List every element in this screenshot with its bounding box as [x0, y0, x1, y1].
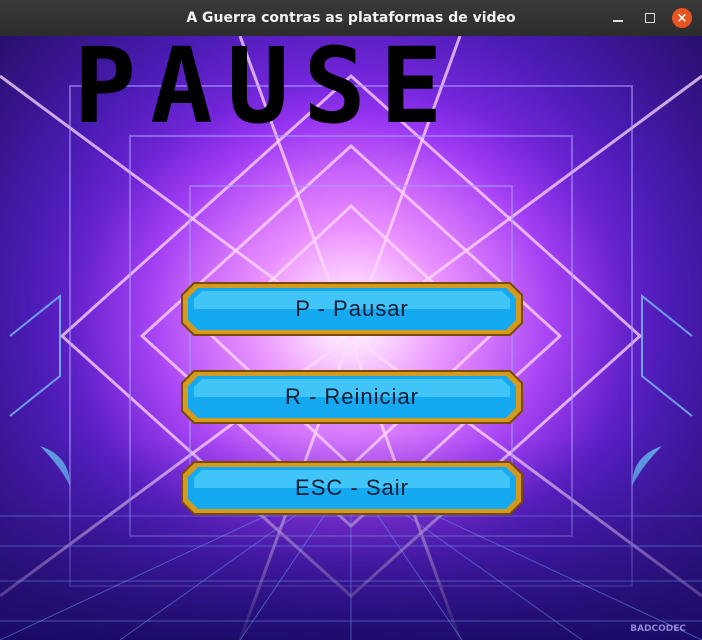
watermark: BADCODEC — [630, 624, 686, 634]
window-title: A Guerra contras as plataformas de video — [186, 10, 516, 26]
game-window: A Guerra contras as plataformas de video… — [0, 0, 702, 640]
exit-button-label: ESC - Sair — [295, 475, 409, 500]
title-bar: A Guerra contras as plataformas de video… — [0, 0, 702, 36]
game-canvas: PAUSE P - Pausar R - Reiniciar ESC - Sai… — [0, 36, 702, 640]
restart-button-label: R - Reiniciar — [284, 384, 420, 409]
maximize-icon[interactable] — [638, 6, 662, 30]
close-icon[interactable]: × — [672, 8, 692, 28]
pause-heading: PAUSE — [73, 36, 456, 132]
restart-button[interactable]: R - Reiniciar — [180, 369, 524, 425]
pause-button-label: P - Pausar — [295, 296, 409, 321]
exit-button[interactable]: ESC - Sair — [180, 460, 524, 516]
pause-heading-text: PAUSE — [73, 36, 456, 132]
minimize-icon[interactable] — [606, 6, 630, 30]
pause-button[interactable]: P - Pausar — [180, 281, 524, 337]
